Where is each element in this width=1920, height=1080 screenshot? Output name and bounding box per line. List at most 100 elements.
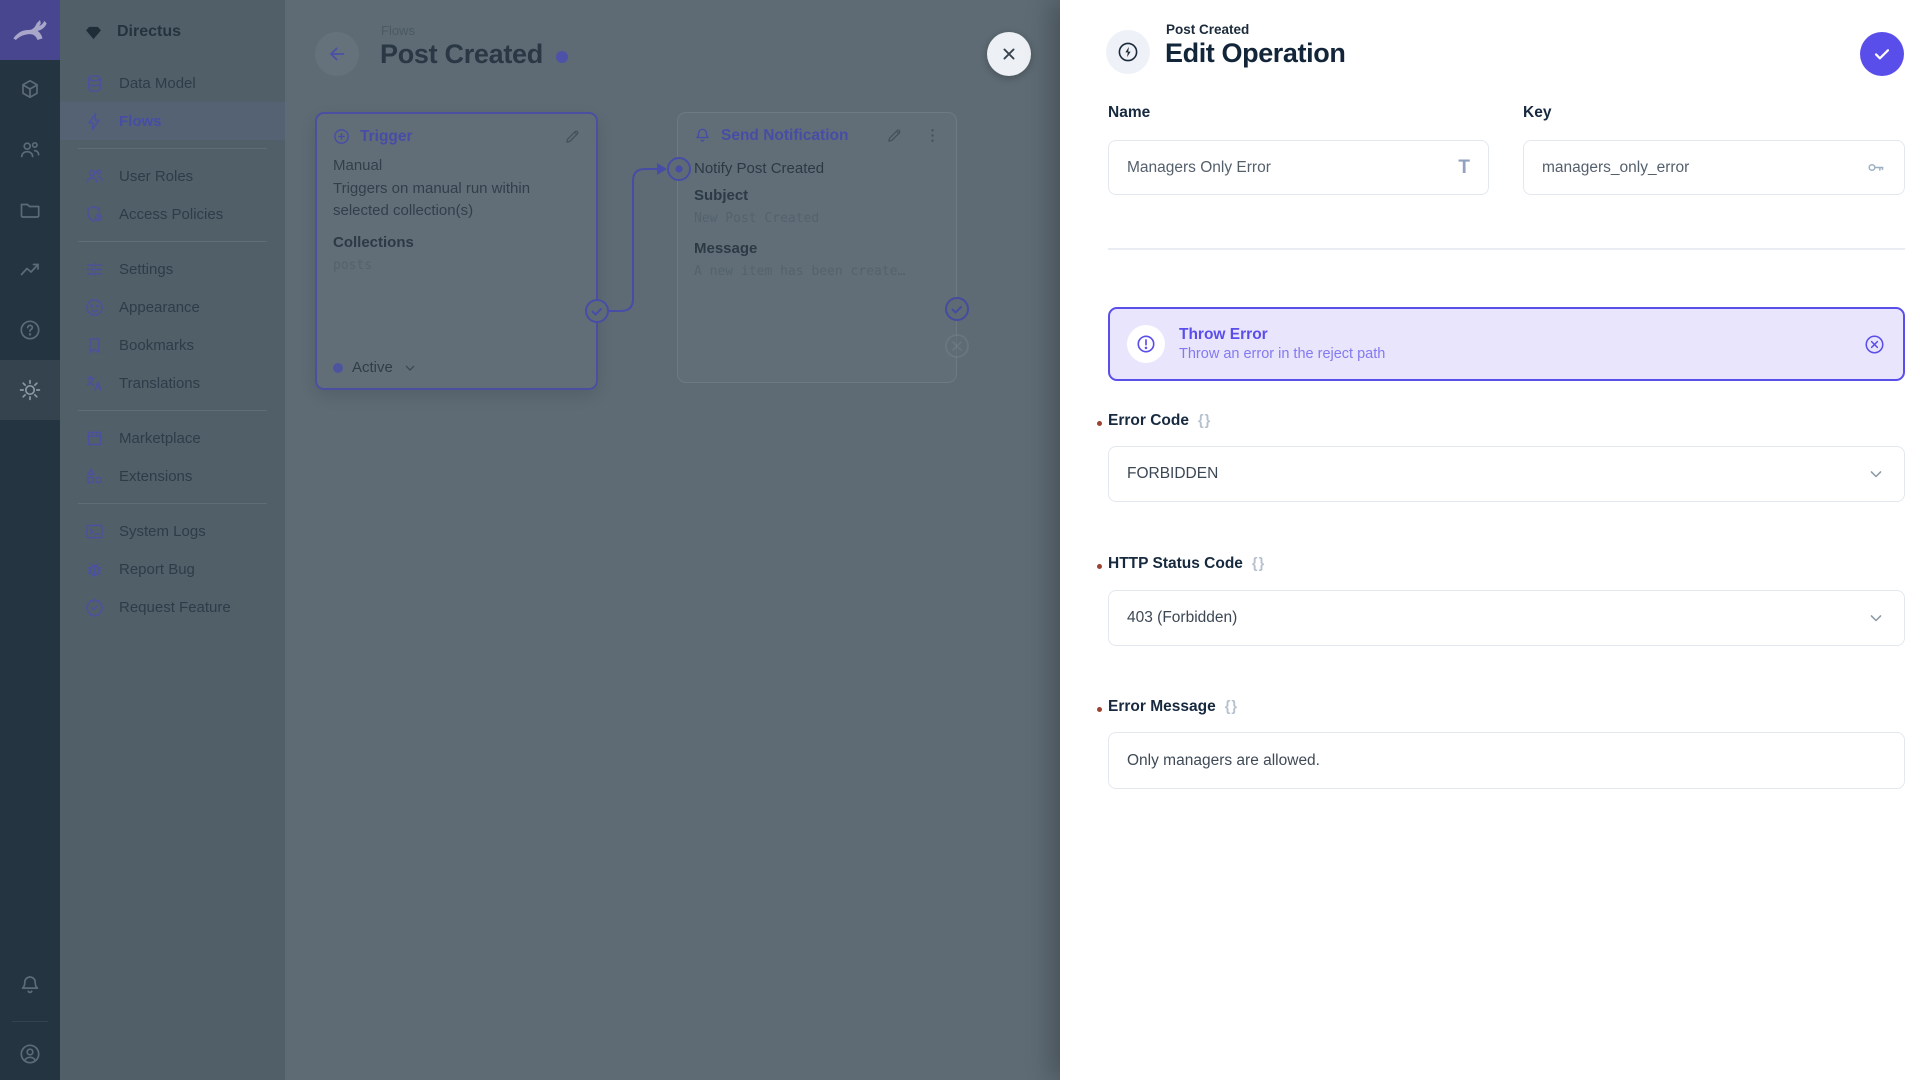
- http-status-value: 403 (Forbidden): [1127, 609, 1237, 627]
- edit-operation-button[interactable]: [885, 126, 904, 145]
- sidebar-item-label: Marketplace: [119, 430, 201, 447]
- braces-icon: {}: [1198, 413, 1211, 429]
- tune-icon: [84, 259, 105, 280]
- sidebar-item-label: Translations: [119, 375, 200, 392]
- drawer-header-icon: [1106, 30, 1150, 74]
- trigger-panel-body: Manual Triggers on manual run within sel…: [317, 151, 596, 276]
- users-icon: [84, 166, 105, 187]
- key-input[interactable]: managers_only_error: [1523, 140, 1905, 195]
- sidebar-item-flows[interactable]: Flows: [60, 102, 285, 140]
- braces-icon: {}: [1225, 699, 1238, 715]
- back-button[interactable]: [315, 32, 359, 76]
- banner-text: Throw Error Throw an error in the reject…: [1179, 326, 1385, 362]
- required-dot: [1097, 564, 1102, 569]
- project-switcher[interactable]: Directus: [60, 0, 285, 64]
- edit-operation-drawer: Post Created Edit Operation Name Manager…: [1060, 0, 1920, 1080]
- operation-panel-header: Send Notification: [678, 113, 956, 150]
- error-message-input[interactable]: Only managers are allowed.: [1108, 732, 1905, 789]
- sidebar-item-label: Settings: [119, 261, 173, 278]
- section-divider: [1108, 248, 1905, 250]
- braces-icon: {}: [1252, 556, 1265, 572]
- bolt-circle-icon: [1116, 40, 1140, 64]
- avatar-icon: [18, 1042, 42, 1066]
- flow-color-dot: [556, 51, 568, 63]
- extension-icon: [84, 466, 105, 487]
- directus-logo-button[interactable]: [0, 0, 60, 60]
- sidebar-item-access-policies[interactable]: Access Policies: [60, 195, 285, 233]
- subject-value: New Post Created: [694, 209, 940, 229]
- close-icon: [999, 44, 1019, 64]
- sidebar-item-report-bug[interactable]: Report Bug: [60, 550, 285, 588]
- trigger-panel[interactable]: Trigger Manual Triggers on manual run wi…: [315, 112, 598, 390]
- sidebar-item-system-logs[interactable]: System Logs: [60, 512, 285, 550]
- chevron-down-icon: [1866, 464, 1886, 484]
- edit-trigger-button[interactable]: [563, 127, 582, 146]
- close-drawer-button[interactable]: [987, 32, 1031, 76]
- face-icon: [84, 297, 105, 318]
- circle-plus-icon: [332, 127, 351, 146]
- translate-icon: [84, 373, 105, 394]
- sidebar-item-settings[interactable]: Settings: [60, 250, 285, 288]
- save-button[interactable]: [1860, 32, 1904, 76]
- sidebar-item-user-roles[interactable]: User Roles: [60, 157, 285, 195]
- name-label: Name: [1108, 104, 1150, 122]
- sidebar-item-label: System Logs: [119, 523, 206, 540]
- required-dot: [1097, 421, 1102, 426]
- name-input[interactable]: Managers Only Error T: [1108, 140, 1489, 195]
- sidebar-item-translations[interactable]: Translations: [60, 364, 285, 402]
- nav-divider: [78, 410, 267, 411]
- http-status-label: HTTP Status Code {}: [1108, 555, 1265, 573]
- trigger-type: Manual: [333, 155, 580, 178]
- check-icon: [1871, 43, 1893, 65]
- sidebar-item-appearance[interactable]: Appearance: [60, 288, 285, 326]
- module-help-button[interactable]: [0, 300, 60, 360]
- drawer-title: Edit Operation: [1165, 38, 1345, 69]
- sidebar-item-marketplace[interactable]: Marketplace: [60, 419, 285, 457]
- gear-icon: [18, 378, 42, 402]
- sidebar-item-request-feature[interactable]: Request Feature: [60, 588, 285, 626]
- sidebar-item-label: Access Policies: [119, 206, 223, 223]
- chevron-down-icon: [1866, 608, 1886, 628]
- page-title: Post Created: [380, 39, 543, 70]
- database-icon: [84, 73, 105, 94]
- operation-menu-button[interactable]: [923, 126, 942, 145]
- rabbit-logo-icon: [10, 10, 50, 50]
- profile-button[interactable]: [0, 1028, 60, 1080]
- drawer-breadcrumb: Post Created: [1166, 22, 1249, 37]
- error-code-value: FORBIDDEN: [1127, 465, 1218, 483]
- remove-operation-type-button[interactable]: [1863, 333, 1886, 356]
- sidebar-item-bookmarks[interactable]: Bookmarks: [60, 326, 285, 364]
- key-icon: [1865, 157, 1886, 178]
- trigger-header-label: Trigger: [360, 128, 413, 146]
- box-icon: [18, 78, 42, 102]
- breadcrumb: Flows: [381, 23, 415, 38]
- error-code-label: Error Code {}: [1108, 412, 1211, 430]
- sidebar-item-label: Flows: [119, 113, 162, 130]
- terminal-icon: [84, 521, 105, 542]
- operation-panel-send-notification[interactable]: Send Notification Notify Post Created Su…: [677, 112, 957, 383]
- page-title-row: Post Created: [380, 39, 568, 70]
- nav-divider: [78, 241, 267, 242]
- module-files-button[interactable]: [0, 180, 60, 240]
- http-status-select[interactable]: 403 (Forbidden): [1108, 590, 1905, 646]
- module-settings-button[interactable]: [0, 360, 60, 420]
- module-users-button[interactable]: [0, 120, 60, 180]
- operation-type-banner: Throw Error Throw an error in the reject…: [1108, 307, 1905, 381]
- sidebar-item-data-model[interactable]: Data Model: [60, 64, 285, 102]
- storefront-icon: [84, 428, 105, 449]
- notifications-button[interactable]: [0, 955, 60, 1015]
- connector-arrow-icon: [657, 163, 667, 175]
- error-message-label: Error Message {}: [1108, 698, 1238, 716]
- sidebar-item-extensions[interactable]: Extensions: [60, 457, 285, 495]
- collections-label: Collections: [333, 232, 580, 255]
- flow-status-toggle[interactable]: Active: [333, 359, 418, 376]
- module-content-button[interactable]: [0, 60, 60, 120]
- trigger-panel-header: Trigger: [317, 114, 596, 151]
- bolt-icon: [84, 111, 105, 132]
- nav-sidebar: Directus Data Model Flows User Roles Acc…: [60, 0, 285, 1080]
- key-value: managers_only_error: [1542, 159, 1689, 177]
- operation-header-label: Send Notification: [721, 127, 848, 145]
- error-code-select[interactable]: FORBIDDEN: [1108, 446, 1905, 502]
- flow-canvas: Flows Post Created Trigger Manual Trigge…: [285, 0, 1060, 1080]
- module-insights-button[interactable]: [0, 240, 60, 300]
